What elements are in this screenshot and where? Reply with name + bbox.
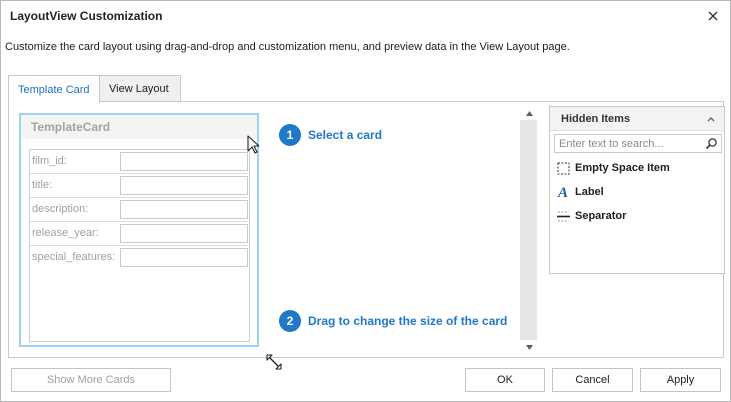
hidden-item-empty-space[interactable]: Empty Space Item [556, 158, 670, 178]
resize-handle-icon[interactable] [265, 353, 283, 371]
field-label: description: [32, 203, 89, 215]
close-icon [708, 11, 718, 21]
tab-template-card[interactable]: Template Card [8, 75, 100, 103]
field-row-special-features[interactable]: special_features: [30, 246, 249, 270]
scroll-thumb[interactable] [520, 120, 537, 340]
close-button[interactable] [704, 7, 722, 25]
chevron-up-icon[interactable] [706, 115, 716, 123]
field-row-description[interactable]: description: [30, 198, 249, 222]
empty-space-icon [556, 161, 570, 175]
search-input[interactable] [555, 135, 703, 152]
hint-number-badge: 2 [279, 310, 301, 332]
vertical-scrollbar[interactable] [520, 106, 537, 354]
field-row-film-id[interactable]: film_id: [30, 150, 249, 174]
card-header: TemplateCard [21, 115, 257, 139]
hidden-items-search [554, 134, 722, 153]
dialog-title: LayoutView Customization [10, 9, 163, 23]
field-value-box [120, 224, 248, 243]
tab-panel: TemplateCard film_id: title: description… [8, 101, 725, 370]
hint-text: Drag to change the size of the card [308, 314, 508, 328]
dialog-description: Customize the card layout using drag-and… [5, 41, 570, 53]
field-row-release-year[interactable]: release_year: [30, 222, 249, 246]
field-label: special_features: [32, 251, 116, 263]
arrow-down-icon [525, 344, 533, 350]
tab-view-layout[interactable]: View Layout [100, 75, 181, 102]
hidden-item-label: Empty Space Item [575, 162, 670, 174]
card-caption: TemplateCard [31, 120, 111, 134]
hint-number-badge: 1 [279, 124, 301, 146]
hidden-item-separator[interactable]: Separator [556, 206, 626, 226]
arrow-up-icon [525, 110, 533, 116]
field-value-box [120, 176, 248, 195]
scroll-down-arrow[interactable] [524, 342, 534, 352]
cancel-button[interactable]: Cancel [552, 368, 633, 392]
hidden-items-title: Hidden Items [561, 113, 631, 125]
search-icon[interactable] [705, 137, 718, 150]
apply-button[interactable]: Apply [640, 368, 721, 392]
hidden-items-header: Hidden Items [550, 107, 724, 131]
hint-select-card: 1 Select a card [279, 124, 382, 146]
template-card[interactable]: TemplateCard film_id: title: description… [19, 113, 282, 370]
svg-text:A: A [557, 185, 568, 199]
ok-button[interactable]: OK [465, 368, 545, 392]
hidden-item-label: Label [575, 186, 604, 198]
hint-text: Select a card [308, 128, 383, 142]
hidden-item-label[interactable]: A Label [556, 182, 604, 202]
field-value-box [120, 152, 248, 171]
hidden-item-label: Separator [575, 210, 627, 222]
mouse-pointer-icon [247, 135, 260, 154]
show-more-cards-button[interactable]: Show More Cards [11, 368, 171, 392]
field-label: film_id: [32, 155, 67, 167]
hidden-items-panel: Hidden Items Empty Space Item [549, 106, 725, 274]
scroll-up-arrow[interactable] [524, 108, 534, 118]
title-bar: LayoutView Customization [1, 1, 730, 31]
field-value-box [120, 248, 248, 267]
separator-icon [556, 209, 570, 223]
field-label: release_year: [32, 227, 99, 239]
field-value-box [120, 200, 248, 219]
field-row-title[interactable]: title: [30, 174, 249, 198]
label-icon: A [556, 185, 570, 199]
card-fields-group: film_id: title: description: release_yea… [29, 149, 250, 342]
field-label: title: [32, 179, 53, 191]
customization-dialog: LayoutView Customization Customize the c… [0, 0, 731, 402]
hint-resize-card: 2 Drag to change the size of the card [279, 310, 507, 332]
